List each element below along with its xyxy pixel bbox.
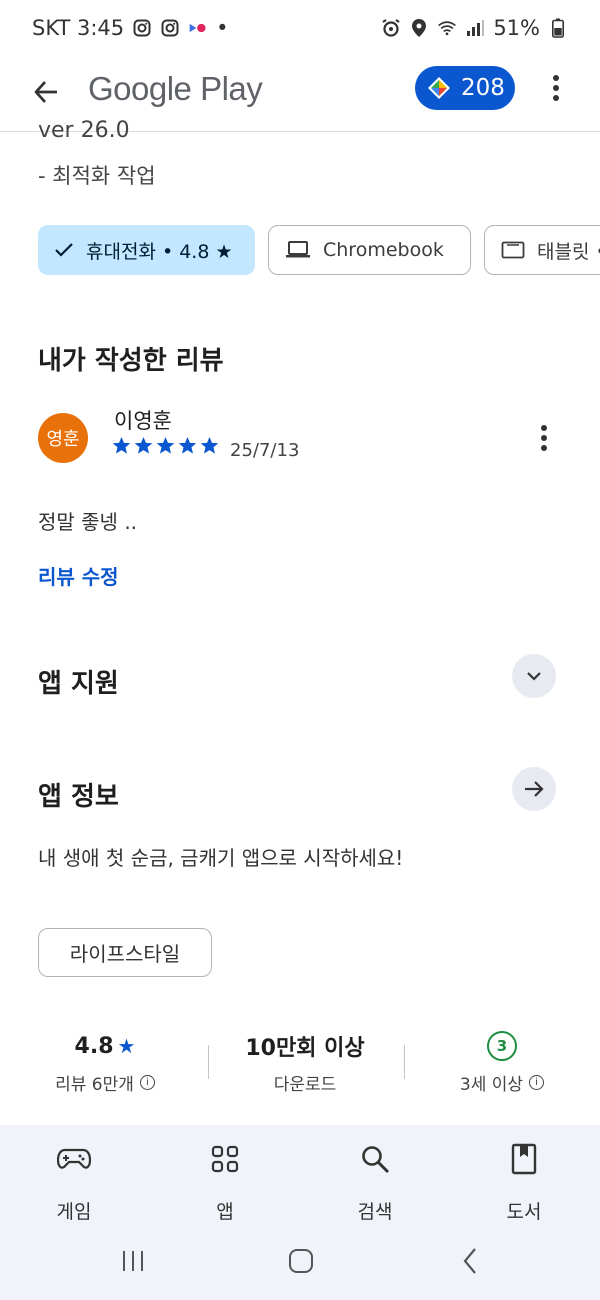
- battery-icon: [548, 18, 568, 38]
- device-chip-label: 태블릿 •: [537, 240, 600, 263]
- rating-value: 4.8: [74, 1033, 114, 1059]
- arrow-forward-icon: [525, 781, 544, 797]
- more-vert-icon: [541, 425, 547, 451]
- home-icon: [289, 1249, 313, 1273]
- gamepad-icon: [24, 1139, 124, 1179]
- apps-grid-icon: [175, 1139, 275, 1179]
- version-text: ver 26.0: [38, 118, 130, 143]
- nav-label: 도서: [506, 1201, 542, 1223]
- laptop-icon: [286, 241, 310, 258]
- version-note: - 최적화 작업: [38, 164, 156, 188]
- system-navigation-bar: [0, 1235, 600, 1285]
- instagram-icon: [132, 18, 152, 38]
- app-info-button[interactable]: [512, 767, 556, 811]
- notification-dot: •: [216, 16, 229, 40]
- my-review-title: 내가 작성한 리뷰: [38, 346, 224, 376]
- divider: [208, 1045, 209, 1079]
- app-support-title: 앱 지원: [38, 669, 119, 699]
- age-rating-badge: 3: [487, 1031, 517, 1061]
- nav-search[interactable]: 검색: [325, 1139, 425, 1224]
- rating-stat[interactable]: 4.8 ★ 리뷰 6만개 i: [10, 1030, 200, 1095]
- device-chip-label: Chromebook: [323, 239, 444, 261]
- location-icon: [409, 18, 429, 38]
- book-icon: [474, 1139, 574, 1179]
- signal-icon: [465, 18, 485, 38]
- recent-apps-button[interactable]: [113, 1241, 153, 1281]
- age-rating-label: 3세 이상: [459, 1075, 524, 1095]
- reviewer-name: 이영훈: [114, 409, 172, 433]
- nav-label: 앱: [216, 1201, 234, 1223]
- flickr-icon: [188, 18, 208, 38]
- chevron-down-icon: [527, 672, 541, 681]
- downloads-label: 다운로드: [273, 1075, 337, 1095]
- nav-label: 검색: [357, 1201, 393, 1223]
- check-icon: [55, 243, 73, 257]
- search-icon: [325, 1139, 425, 1179]
- carrier-time: SKT 3:45: [32, 16, 125, 40]
- star-icon: [200, 436, 219, 454]
- device-chip-label: 휴대전화 • 4.8 ★: [86, 240, 233, 263]
- back-nav-button[interactable]: [450, 1241, 490, 1281]
- alarm-icon: [381, 18, 401, 38]
- device-chip-phone[interactable]: 휴대전화 • 4.8 ★: [38, 225, 255, 275]
- app-info-title: 앱 정보: [38, 782, 119, 812]
- star-icon: ★: [117, 1034, 136, 1058]
- star-icon: [178, 436, 197, 454]
- nav-apps[interactable]: 앱: [175, 1139, 275, 1224]
- divider: [404, 1045, 405, 1079]
- star-icon: [156, 436, 175, 454]
- device-chip-chromebook[interactable]: Chromebook: [268, 225, 471, 275]
- tablet-icon: [501, 241, 525, 259]
- edit-review-link[interactable]: 리뷰 수정: [38, 561, 119, 590]
- device-chip-tablet[interactable]: 태블릿 •: [484, 225, 600, 275]
- home-button[interactable]: [281, 1241, 321, 1281]
- instagram-icon: [160, 18, 180, 38]
- downloads-stat: 10만회 이상 다운로드: [210, 1030, 400, 1095]
- status-bar: SKT 3:45 • 51%: [0, 0, 600, 56]
- play-points-icon: [428, 77, 450, 99]
- app-support-expand-button[interactable]: [512, 654, 556, 698]
- review-date: 25/7/13: [230, 440, 300, 461]
- avatar: 영훈: [38, 413, 88, 463]
- nav-games[interactable]: 게임: [24, 1139, 124, 1224]
- more-vert-icon: [553, 75, 559, 101]
- info-icon[interactable]: i: [139, 1075, 155, 1090]
- star-icon: [112, 436, 131, 454]
- star-icon: [134, 436, 153, 454]
- nav-books[interactable]: 도서: [474, 1139, 574, 1224]
- wifi-icon: [437, 18, 457, 38]
- content-rating-stat[interactable]: 3 3세 이상 i: [407, 1030, 597, 1095]
- chevron-left-icon: [463, 1248, 476, 1274]
- arrow-back-icon: [34, 81, 57, 103]
- back-button[interactable]: [26, 72, 66, 112]
- play-points-count: 208: [461, 75, 505, 101]
- battery-level: 51%: [493, 16, 540, 40]
- review-more-button[interactable]: [530, 420, 558, 456]
- recents-icon: [123, 1251, 143, 1271]
- rating-stars: [112, 436, 219, 455]
- play-points-button[interactable]: 208: [415, 66, 515, 110]
- nav-label: 게임: [56, 1201, 92, 1223]
- more-options-button[interactable]: [540, 68, 572, 108]
- info-icon[interactable]: i: [529, 1075, 545, 1090]
- category-chip[interactable]: 라이프스타일: [38, 928, 212, 977]
- review-count: 리뷰 6만개: [55, 1075, 134, 1095]
- review-text: 정말 좋넹 ..: [38, 510, 138, 534]
- downloads-value: 10만회 이상: [245, 1036, 365, 1061]
- app-title: Google Play: [88, 70, 263, 107]
- app-description: 내 생애 첫 순금, 금캐기 앱으로 시작하세요!: [38, 846, 404, 870]
